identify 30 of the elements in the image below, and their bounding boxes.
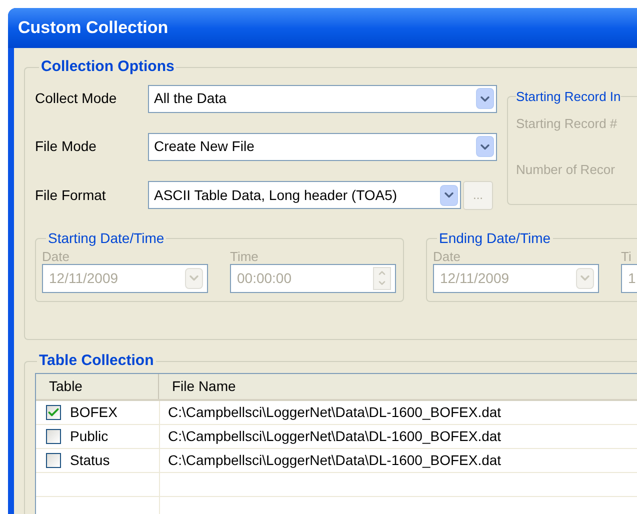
column-header[interactable]: Table [36,374,159,398]
group-title: Starting Date/Time [47,228,166,248]
date-label: Date [433,248,462,264]
table-cell-text: C:\Campbellsci\LoggerNet\Data\DL-1600_BOFEX.dat [167,402,502,422]
group-title: Starting Record In [516,88,621,106]
field-label: Collect Mode [35,89,118,108]
dropdown-field[interactable]: All the Data [148,84,497,112]
group-title: Table Collection [38,351,155,371]
table-cell-text: C:\Campbellsci\LoggerNet\Data\DL-1600_BOFEX.dat [167,450,502,470]
group-title: Ending Date/Time [438,228,552,248]
dropdown-field[interactable]: ASCII Table Data, Long header (TOA5) [148,181,461,209]
dropdown-field[interactable]: Create New File [148,132,497,160]
table-cell-text: Public [70,426,108,446]
checkbox[interactable] [46,428,61,444]
field-label: Starting Record # [516,115,618,133]
table-cell-text: C:\Campbellsci\LoggerNet\Data\DL-1600_BOFEX.dat [167,426,502,446]
date-label: Date [42,248,70,264]
field-label: File Mode [35,137,98,156]
checkbox[interactable] [46,452,61,468]
check-icon [47,406,60,418]
time-label: Time [230,248,260,264]
time-label: Ti [621,248,632,264]
field-label: Number of Recor [516,160,616,178]
field-label: File Format [35,186,107,204]
table-cell-text: Status [70,450,110,470]
group-title: Collection Options [40,57,176,77]
window-title: Custom Collection [8,8,637,48]
column-header[interactable]: File Name [159,374,637,398]
checkbox[interactable] [46,404,61,420]
table-cell-text: BOFEX [70,402,118,422]
